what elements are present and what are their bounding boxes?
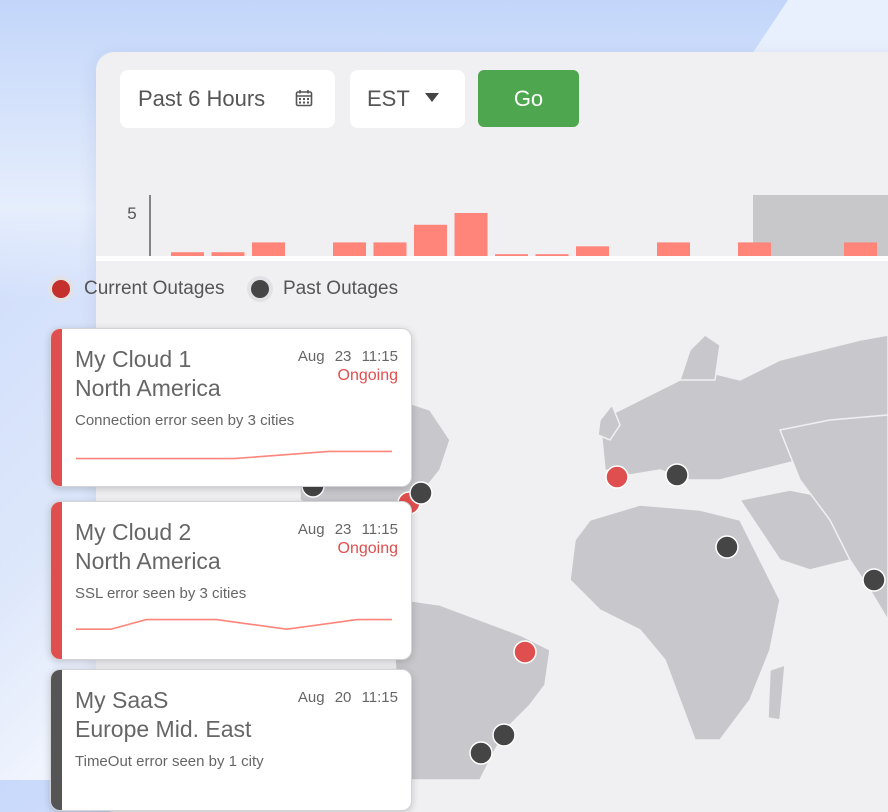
card-description: SSL error seen by 3 cities: [75, 585, 247, 602]
current-outage-dot-icon: [48, 276, 74, 302]
past-outage-dot-icon: [247, 276, 273, 302]
trend-sparkline: [76, 450, 392, 460]
legend-past[interactable]: Past Outages: [247, 276, 398, 302]
madagascar-land: [767, 663, 786, 721]
card-region: North America: [75, 375, 221, 401]
trend-sparkline: [76, 618, 392, 631]
card-service-name: My Cloud 2: [75, 519, 192, 545]
card-region: North America: [75, 548, 221, 574]
status-bar: [51, 502, 62, 659]
africa-land: [569, 504, 781, 741]
scandinavia-land: [678, 334, 721, 381]
trend-line: [76, 618, 392, 631]
trend-line: [76, 450, 392, 460]
card-date: Aug 23 11:15: [297, 348, 398, 365]
card-status: Ongoing: [337, 540, 399, 557]
card-status: Ongoing: [337, 367, 399, 384]
legend-current-label: Current Outages: [84, 278, 225, 299]
card-title: My SaaS Europe Mid. East: [75, 686, 251, 744]
card-region: Europe Mid. East: [75, 716, 252, 742]
outage-card[interactable]: My SaaS Europe Mid. East Aug 20 11:15 TimeO…: [50, 669, 412, 811]
card-title: My Cloud 1 North America: [75, 345, 221, 403]
card-service-name: My SaaS: [75, 687, 169, 713]
card-description: Connection error seen by 3 cities: [75, 412, 295, 429]
card-date: Aug 23 11:15: [297, 521, 398, 538]
legend-current[interactable]: Current Outages: [48, 276, 224, 302]
status-bar: [51, 670, 62, 810]
card-description: TimeOut error seen by 1 city: [75, 753, 264, 770]
status-bar: [51, 329, 62, 486]
outage-card[interactable]: My Cloud 2 North America Aug 23 11:15 Ongoi…: [50, 501, 412, 660]
outage-card[interactable]: My Cloud 1 North America Aug 23 11:15 Ongoi…: [50, 328, 412, 487]
south-america-land: [394, 599, 551, 781]
card-date: Aug 20 11:15: [297, 689, 398, 706]
legend-past-label: Past Outages: [283, 278, 399, 299]
card-title: My Cloud 2 North America: [75, 518, 221, 576]
card-service-name: My Cloud 1: [75, 346, 192, 372]
